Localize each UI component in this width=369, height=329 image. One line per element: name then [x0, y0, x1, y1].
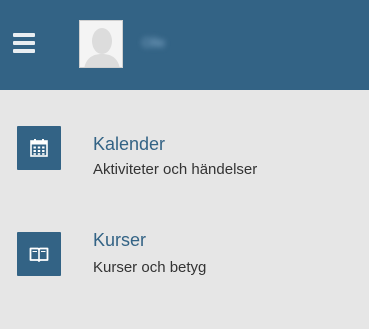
open-book-icon: [29, 247, 49, 262]
menu-item-title: Kurser: [93, 230, 147, 250]
book-icon-tile: [17, 232, 61, 276]
user-avatar-placeholder-icon: [80, 21, 122, 67]
hamburger-menu-icon[interactable]: [13, 33, 35, 53]
menu-item-kalender[interactable]: Kalender Aktiviteter och händelser: [17, 126, 357, 178]
username: Olle: [142, 35, 166, 49]
menu-item-kurser[interactable]: Kurser Kurser och betyg: [17, 230, 357, 276]
menu-item-title: Kalender: [93, 134, 166, 154]
menu-item-subtitle: Aktiviteter och händelser: [93, 161, 258, 178]
top-bar: Olle: [0, 0, 369, 90]
menu-item-subtitle: Kurser och betyg: [93, 259, 207, 276]
calendar-icon: [30, 139, 48, 157]
avatar[interactable]: [79, 20, 123, 68]
calendar-icon-tile: [17, 126, 61, 170]
